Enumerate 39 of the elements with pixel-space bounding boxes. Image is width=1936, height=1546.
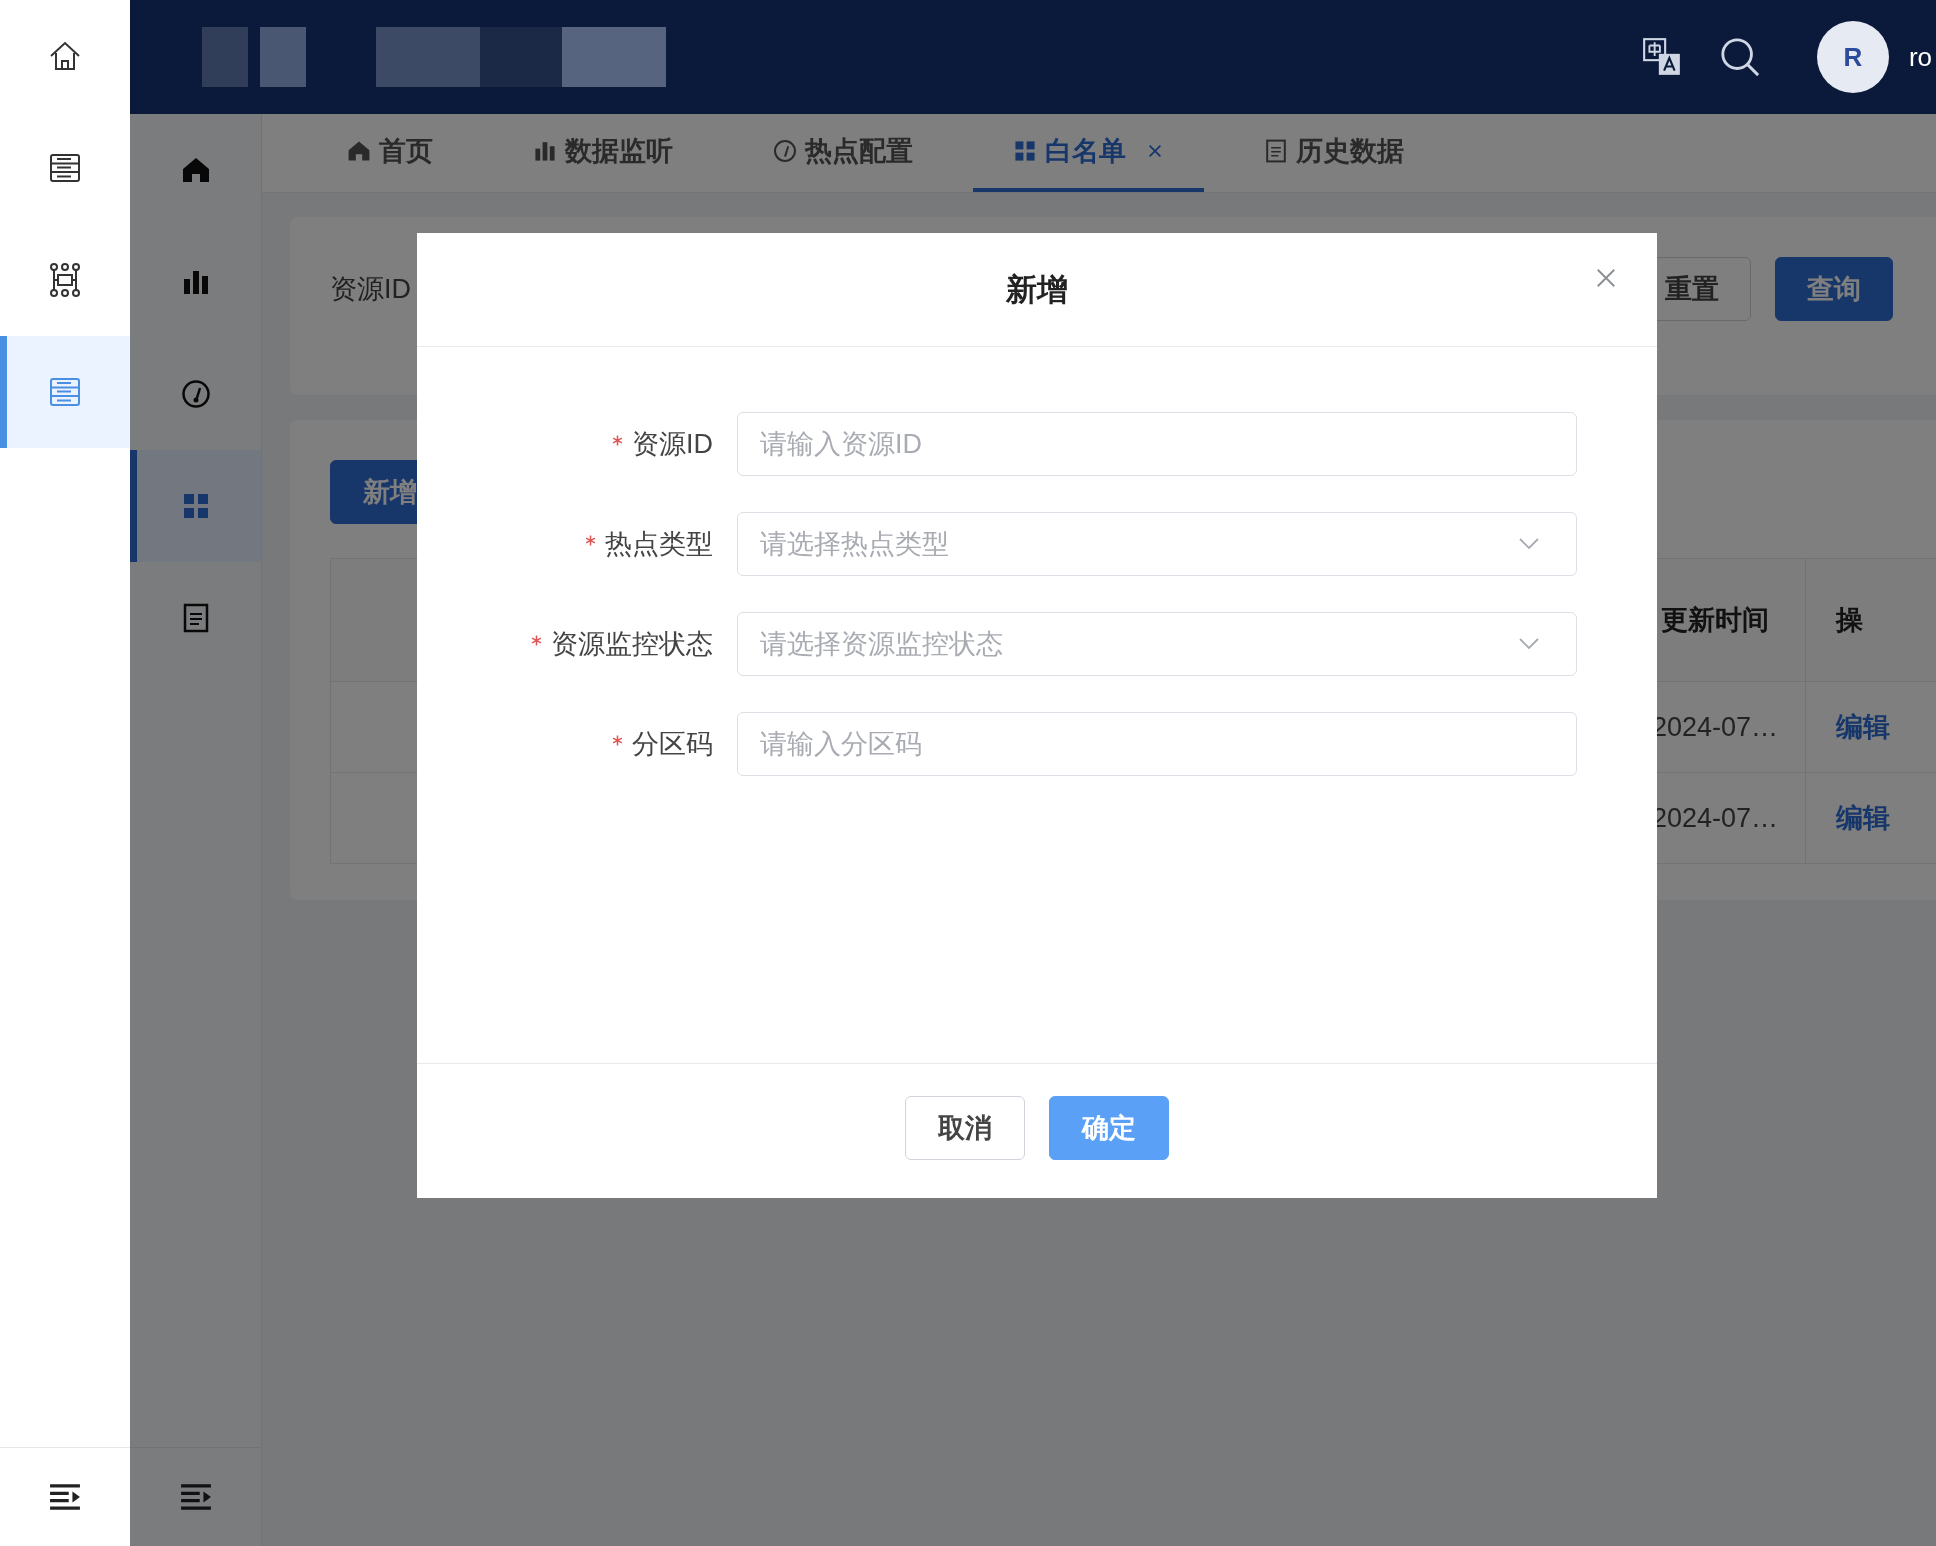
home-icon xyxy=(180,155,211,185)
field-label: 资源ID xyxy=(330,273,411,306)
input-field[interactable]: 请输入分区码 xyxy=(737,712,1577,776)
select-field[interactable]: 请选择热点类型 xyxy=(737,512,1577,576)
input-field[interactable]: 请输入资源ID xyxy=(737,412,1577,476)
dialog-title: 新增 xyxy=(1006,270,1068,309)
tab[interactable]: 白名单 xyxy=(973,114,1204,192)
edit-link[interactable]: 编辑 xyxy=(1836,709,1890,745)
flow-diagram-icon xyxy=(47,262,83,298)
document-icon xyxy=(1264,139,1288,163)
field-label: 热点类型 xyxy=(605,528,713,561)
tab[interactable]: 首页 xyxy=(307,114,473,192)
close-icon[interactable] xyxy=(1146,142,1164,160)
tab[interactable]: 历史数据 xyxy=(1224,114,1444,192)
field-label: 分区码 xyxy=(632,728,713,761)
bar-chart-icon xyxy=(533,139,557,163)
sidebar-item[interactable] xyxy=(130,450,261,562)
tab[interactable]: 数据监听 xyxy=(493,114,713,192)
grid-icon xyxy=(1013,139,1037,163)
search-icon[interactable] xyxy=(1718,36,1761,78)
chevron-down-icon xyxy=(1519,638,1539,650)
close-icon[interactable] xyxy=(1595,267,1617,289)
cancel-button[interactable]: 取消 xyxy=(905,1096,1025,1160)
gauge-icon xyxy=(773,139,797,163)
avatar[interactable]: R xyxy=(1816,21,1889,93)
column-header: 操 xyxy=(1805,559,1936,681)
gauge-icon xyxy=(180,379,211,409)
menu-icon[interactable] xyxy=(48,1483,82,1511)
user-name[interactable]: ro xyxy=(1908,41,1936,73)
translate-icon[interactable] xyxy=(1640,36,1683,78)
field-label: 资源ID xyxy=(632,428,713,461)
query-button[interactable]: 查询 xyxy=(1775,257,1893,321)
home-icon xyxy=(347,139,371,163)
select-field[interactable]: 请选择资源监控状态 xyxy=(737,612,1577,676)
edit-link[interactable]: 编辑 xyxy=(1836,800,1890,836)
field-label: 资源监控状态 xyxy=(551,628,713,661)
chevron-down-icon xyxy=(1519,538,1539,550)
confirm-button[interactable]: 确定 xyxy=(1049,1096,1169,1160)
tab[interactable]: 热点配置 xyxy=(733,114,953,192)
